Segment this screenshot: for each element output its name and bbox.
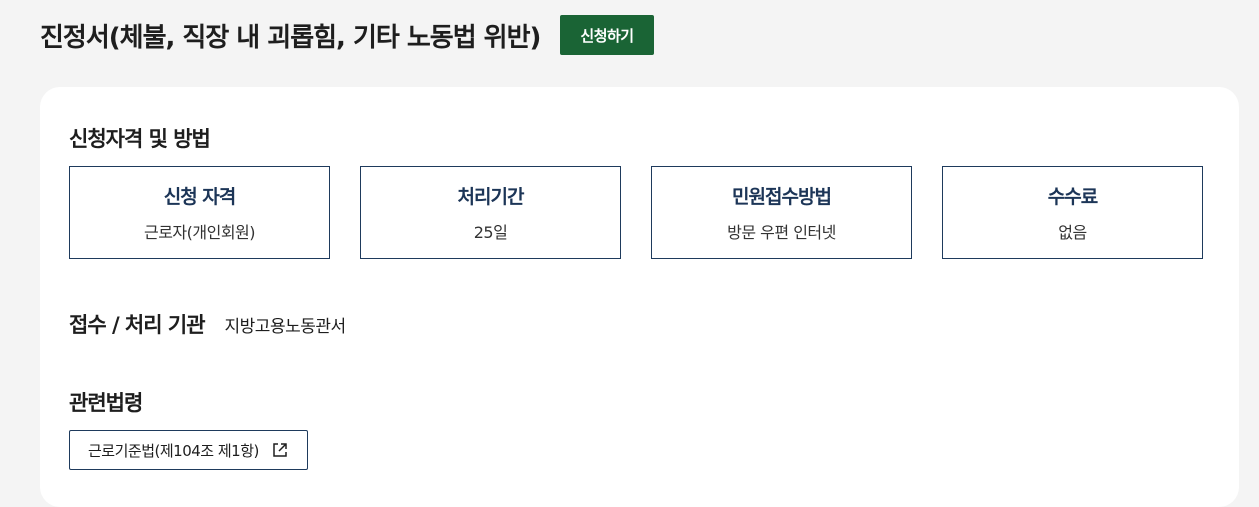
page-title: 진정서(체불, 직장 내 괴롭힘, 기타 노동법 위반) [40, 22, 541, 53]
info-box-submission-method: 민원접수방법 방문 우편 인터넷 [651, 166, 912, 259]
info-box-processing-period: 처리기간 25일 [360, 166, 621, 259]
info-box-group: 신청 자격 근로자(개인회원) 처리기간 25일 민원접수방법 방문 우편 인터… [69, 166, 1203, 259]
info-box-value: 방문 우편 인터넷 [727, 223, 836, 242]
law-link-label: 근로기준법(제104조 제1항) [88, 441, 259, 460]
apply-button[interactable]: 신청하기 [560, 15, 654, 55]
law-link-button[interactable]: 근로기준법(제104조 제1항) [69, 430, 308, 470]
info-box-label: 민원접수방법 [732, 186, 832, 208]
info-box-qualification: 신청 자격 근로자(개인회원) [69, 166, 330, 259]
law-section-title: 관련법령 [69, 391, 143, 415]
info-box-value: 근로자(개인회원) [143, 223, 256, 242]
agency-label: 접수 / 처리 기관 [69, 313, 206, 337]
info-box-label: 처리기간 [457, 186, 525, 208]
external-link-icon [271, 441, 289, 459]
info-box-label: 수수료 [1047, 186, 1098, 208]
info-box-label: 신청 자격 [163, 186, 237, 208]
info-box-value: 없음 [1058, 223, 1087, 242]
qualification-section-title: 신청자격 및 방법 [69, 127, 211, 151]
agency-value: 지방고용노동관서 [224, 317, 347, 337]
info-box-value: 25일 [473, 223, 508, 242]
page-header: 진정서(체불, 직장 내 괴롭힘, 기타 노동법 위반) 신청하기 [40, 14, 654, 56]
agency-row: 접수 / 처리 기관 지방고용노동관서 [69, 309, 346, 339]
content-card: 신청자격 및 방법 신청 자격 근로자(개인회원) 처리기간 25일 민원접수방… [40, 87, 1239, 507]
info-box-fee: 수수료 없음 [942, 166, 1203, 259]
